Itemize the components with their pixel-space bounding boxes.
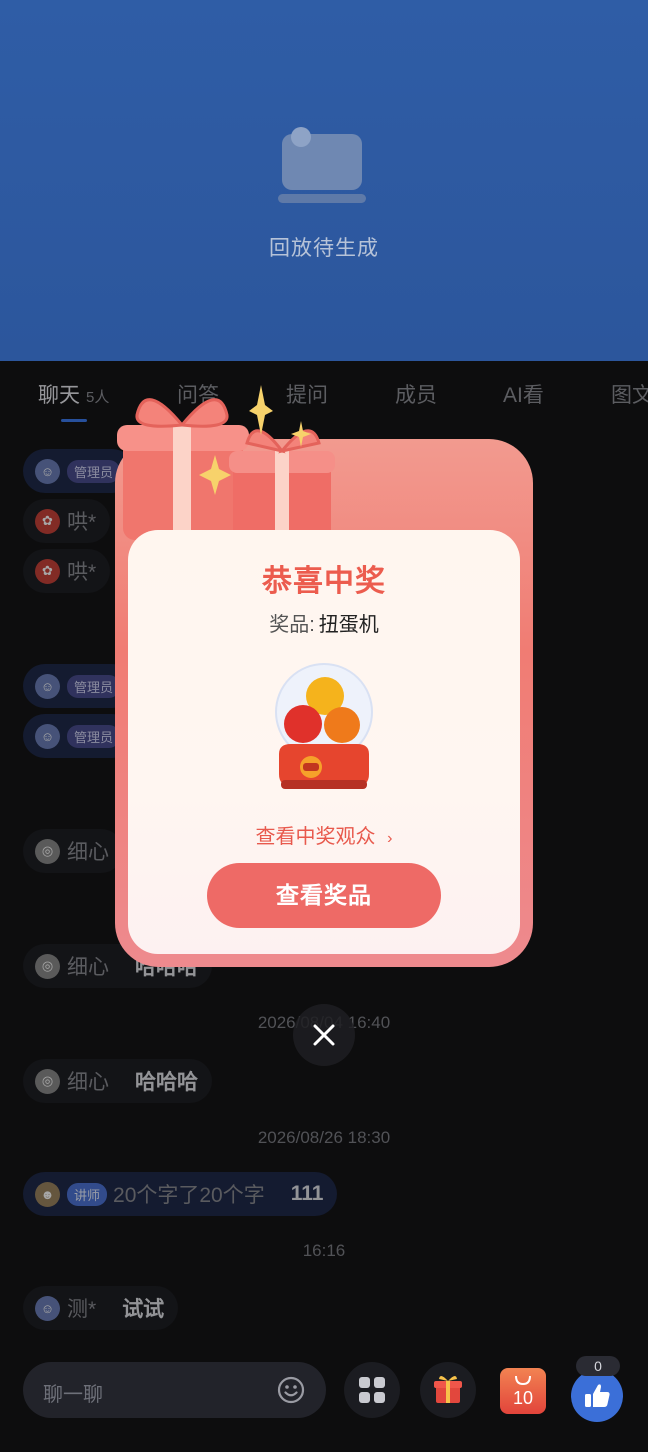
thumbs-up-icon	[585, 1384, 610, 1407]
shop-button[interactable]: 10	[500, 1368, 546, 1414]
view-prize-button[interactable]: 查看奖品	[207, 863, 441, 928]
gift-boxes-icon	[117, 385, 335, 542]
grid-icon	[359, 1377, 385, 1403]
gift-button[interactable]	[420, 1362, 476, 1418]
prize-title: 恭喜中奖	[262, 565, 386, 598]
prize-modal: 恭喜中奖 奖品: 扭蛋机 查看中奖观众 › 查看奖品	[115, 385, 533, 967]
close-modal-button[interactable]	[293, 1004, 355, 1066]
prize-label: 奖品:	[269, 614, 315, 636]
gashapon-machine-icon	[275, 663, 373, 789]
chat-input[interactable]: 聊一聊	[23, 1362, 326, 1418]
video-player[interactable]: 回放待生成	[0, 0, 648, 361]
shop-count: 10	[512, 1388, 534, 1408]
replay-placeholder-text: 回放待生成	[269, 237, 379, 260]
more-apps-button[interactable]	[344, 1362, 400, 1418]
bottom-bar: 聊一聊 10 0	[0, 1352, 648, 1452]
emoji-icon[interactable]	[276, 1375, 306, 1405]
close-icon	[313, 1024, 335, 1046]
prize-info: 奖品: 扭蛋机	[128, 608, 520, 637]
like-button[interactable]	[571, 1370, 623, 1422]
chat-input-placeholder: 聊一聊	[43, 1384, 103, 1406]
replay-placeholder-icon	[278, 127, 366, 203]
shopping-bag-icon	[515, 1375, 531, 1386]
gift-icon	[434, 1375, 462, 1403]
view-winners-link[interactable]: 查看中奖观众 ›	[128, 820, 520, 849]
prize-card: 恭喜中奖 奖品: 扭蛋机 查看中奖观众 › 查看奖品	[128, 530, 520, 954]
prize-value: 扭蛋机	[318, 614, 379, 636]
view-winners-text: 查看中奖观众	[255, 826, 376, 848]
chevron-right-icon: ›	[387, 830, 393, 847]
like-count: 0	[576, 1356, 620, 1376]
live-room: 回放待生成 聊天 5人 问答 提问 成员 AI看 图文 ☺ 管理员 ✿ 哄* ✿ …	[0, 0, 648, 1452]
